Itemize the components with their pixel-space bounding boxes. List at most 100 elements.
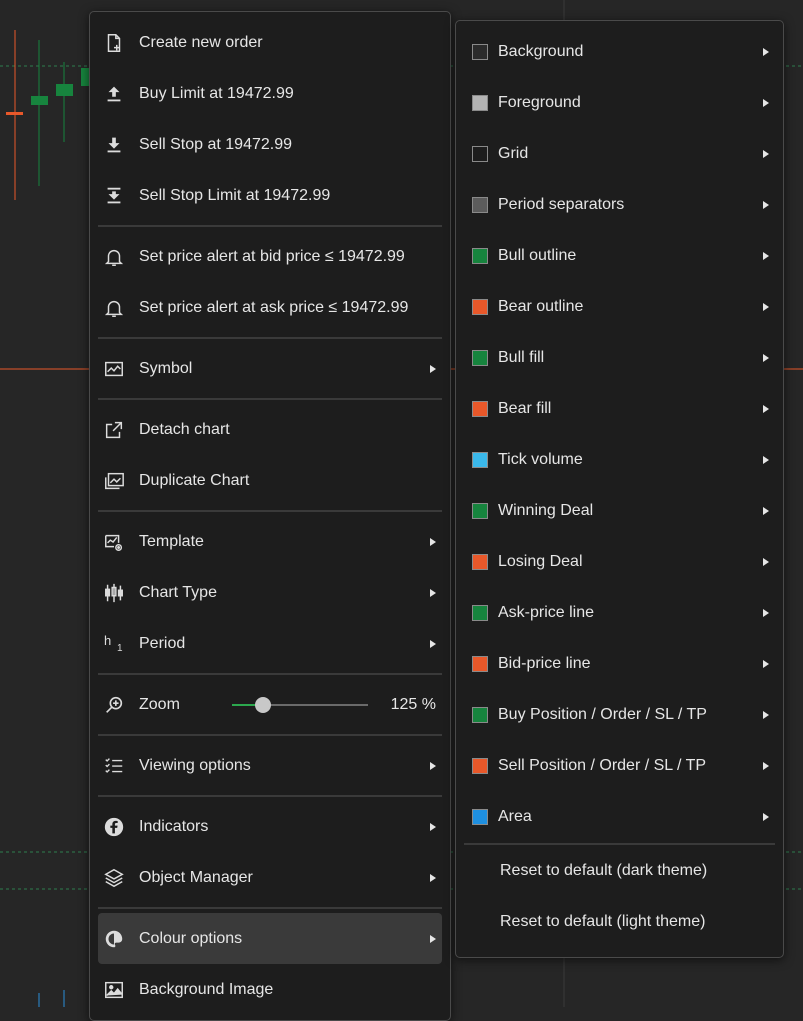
colour-option-item[interactable]: Grid [464, 128, 775, 179]
colour-swatch [472, 502, 488, 519]
colour-option-item[interactable]: Buy Position / Order / SL / TP [464, 689, 775, 740]
submenu-arrow-icon [430, 761, 436, 770]
colour-option-label: Losing Deal [498, 552, 583, 570]
sell-stop-item[interactable]: Sell Stop at 19472.99 [98, 119, 442, 170]
reset-dark-theme-label: Reset to default (dark theme) [500, 861, 708, 879]
submenu-arrow-icon [763, 353, 769, 362]
colour-option-label: Sell Position / Order / SL / TP [498, 756, 707, 774]
submenu-arrow-icon [763, 455, 769, 464]
colour-swatch [472, 553, 488, 570]
palette-icon [102, 927, 126, 951]
colour-swatch [472, 706, 488, 723]
background-image-label: Background Image [139, 980, 274, 998]
colour-option-item[interactable]: Bear outline [464, 281, 775, 332]
colour-option-item[interactable]: Bull fill [464, 332, 775, 383]
new-document-icon [102, 31, 126, 55]
chart-type-item[interactable]: Chart Type [98, 567, 442, 618]
zoom-slider-handle[interactable] [255, 696, 272, 713]
colour-option-item[interactable]: Ask-price line [464, 587, 775, 638]
colour-options-item[interactable]: Colour options [98, 913, 442, 964]
colour-option-item[interactable]: Bid-price line [464, 638, 775, 689]
colour-option-label: Bull outline [498, 246, 577, 264]
zoom-label: Zoom [139, 695, 180, 713]
download-icon [102, 133, 126, 157]
layers-icon [102, 866, 126, 890]
buy-limit-item[interactable]: Buy Limit at 19472.99 [98, 68, 442, 119]
submenu-arrow-icon [763, 404, 769, 413]
symbol-label: Symbol [139, 359, 193, 377]
reset-light-theme-item[interactable]: Reset to default (light theme) [464, 896, 775, 947]
viewing-options-label: Viewing options [139, 756, 251, 774]
indicators-label: Indicators [139, 817, 209, 835]
colour-swatch [472, 43, 488, 60]
menu-separator [98, 510, 442, 512]
colour-option-label: Background [498, 42, 584, 60]
colour-option-label: Tick volume [498, 450, 583, 468]
candle-body [6, 112, 23, 115]
template-label: Template [139, 532, 204, 550]
colour-option-item[interactable]: Area [464, 791, 775, 842]
alert-bid-item[interactable]: Set price alert at bid price ≤ 19472.99 [98, 231, 442, 282]
create-order-item[interactable]: Create new order [98, 17, 442, 68]
submenu-arrow-icon [430, 822, 436, 831]
candle-body [56, 84, 73, 96]
duplicate-chart-item[interactable]: Duplicate Chart [98, 455, 442, 506]
zoom-slider[interactable] [232, 696, 368, 713]
submenu-arrow-icon [430, 364, 436, 373]
colour-option-item[interactable]: Bear fill [464, 383, 775, 434]
object-manager-item[interactable]: Object Manager [98, 852, 442, 903]
colour-option-item[interactable]: Winning Deal [464, 485, 775, 536]
zoom-value: 125 % [390, 695, 436, 713]
object-manager-label: Object Manager [139, 868, 253, 886]
menu-separator [98, 673, 442, 675]
reset-dark-theme-item[interactable]: Reset to default (dark theme) [464, 845, 775, 896]
sell-stop-limit-item[interactable]: Sell Stop Limit at 19472.99 [98, 170, 442, 221]
colour-option-label: Winning Deal [498, 501, 594, 519]
submenu-arrow-icon [763, 608, 769, 617]
alert-ask-label: Set price alert at ask price ≤ 19472.99 [139, 298, 409, 316]
colour-option-label: Buy Position / Order / SL / TP [498, 705, 707, 723]
colour-swatch [472, 451, 488, 468]
colour-swatch [472, 94, 488, 111]
colour-option-item[interactable]: Tick volume [464, 434, 775, 485]
colour-swatch [472, 247, 488, 264]
alert-ask-item[interactable]: Set price alert at ask price ≤ 19472.99 [98, 282, 442, 333]
colour-option-label: Bid-price line [498, 654, 591, 672]
viewing-options-item[interactable]: Viewing options [98, 740, 442, 791]
menu-separator [98, 795, 442, 797]
colour-option-label: Bear outline [498, 297, 584, 315]
submenu-arrow-icon [430, 934, 436, 943]
colour-option-item[interactable]: Foreground [464, 77, 775, 128]
submenu-arrow-icon [763, 251, 769, 260]
submenu-arrow-icon [763, 710, 769, 719]
colour-swatch [472, 196, 488, 213]
background-image-item[interactable]: Background Image [98, 964, 442, 1015]
colour-swatch [472, 604, 488, 621]
colour-options-submenu: Background Foreground Grid Period separator… [455, 20, 784, 958]
menu-separator [98, 337, 442, 339]
period-icon-letter: h [104, 632, 112, 648]
duplicate-chart-icon [102, 469, 126, 493]
colour-option-item[interactable]: Background [464, 26, 775, 77]
submenu-arrow-icon [763, 557, 769, 566]
submenu-arrow-icon [763, 302, 769, 311]
colour-option-item[interactable]: Sell Position / Order / SL / TP [464, 740, 775, 791]
colour-swatch [472, 757, 488, 774]
colour-option-item[interactable]: Losing Deal [464, 536, 775, 587]
detach-chart-item[interactable]: Detach chart [98, 404, 442, 455]
submenu-arrow-icon [763, 506, 769, 515]
submenu-arrow-icon [430, 873, 436, 882]
submenu-arrow-icon [763, 761, 769, 770]
colour-swatch [472, 298, 488, 315]
download-limit-icon [102, 184, 126, 208]
template-item[interactable]: Template [98, 516, 442, 567]
colour-option-label: Bear fill [498, 399, 552, 417]
sell-stop-limit-label: Sell Stop Limit at 19472.99 [139, 186, 331, 204]
period-item[interactable]: h 1 Period [98, 618, 442, 669]
colour-option-item[interactable]: Period separators [464, 179, 775, 230]
symbol-item[interactable]: Symbol [98, 343, 442, 394]
colour-option-item[interactable]: Bull outline [464, 230, 775, 281]
indicators-item[interactable]: Indicators [98, 801, 442, 852]
submenu-arrow-icon [430, 537, 436, 546]
candlestick-icon [102, 581, 126, 605]
